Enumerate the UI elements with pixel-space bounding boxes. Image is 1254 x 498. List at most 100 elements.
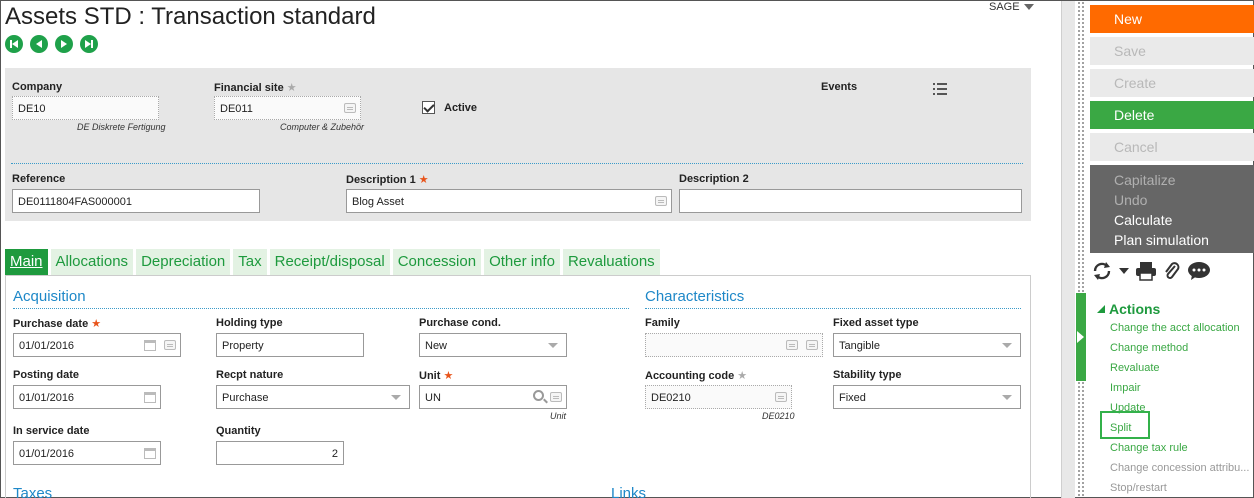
accounting-code-field[interactable]: DE0210	[645, 385, 792, 409]
process-menu: Capitalize Undo Calculate Plan simulatio…	[1090, 165, 1254, 253]
unit-value: UN	[425, 392, 441, 404]
description1-value: Blog Asset	[352, 196, 404, 208]
panel-splitter[interactable]	[1077, 1, 1085, 498]
lookup-icon[interactable]	[806, 340, 818, 350]
active-label: Active	[444, 102, 478, 114]
posting-date-field[interactable]: 01/01/2016	[13, 385, 161, 409]
stability-type-select[interactable]: Fixed	[833, 385, 1021, 409]
create-button[interactable]: Create	[1090, 69, 1254, 97]
action-change-method[interactable]: Change method	[1110, 342, 1188, 354]
delete-button[interactable]: Delete	[1090, 101, 1254, 129]
tab-revaluations[interactable]: Revaluations	[562, 249, 660, 275]
action-change-acct-allocation[interactable]: Change the acct allocation	[1110, 322, 1240, 334]
purchase-cond-value: New	[425, 340, 448, 352]
import-icon[interactable]	[786, 340, 798, 350]
financial-site-field[interactable]: DE011	[214, 96, 361, 120]
company-field[interactable]: DE10	[12, 96, 159, 120]
unit-description: Unit	[550, 411, 567, 421]
quantity-field[interactable]: 2	[216, 441, 344, 465]
calendar-icon[interactable]	[144, 392, 156, 403]
lookup-icon[interactable]	[550, 392, 562, 402]
capitalize-menu-item[interactable]: Capitalize	[1114, 170, 1230, 190]
lookup-icon[interactable]	[344, 103, 356, 113]
acquisition-divider	[13, 308, 629, 309]
cancel-button[interactable]: Cancel	[1090, 133, 1254, 161]
reference-field[interactable]: DE0111804FAS000001	[12, 189, 260, 213]
first-record-icon[interactable]	[5, 35, 23, 53]
holding-type-field[interactable]: Property	[216, 333, 364, 357]
accounting-code-label: Accounting code ★	[645, 370, 748, 382]
purchase-cond-select[interactable]: New	[419, 333, 567, 357]
lookup-icon[interactable]	[775, 392, 787, 402]
company-label: Company	[12, 81, 63, 93]
accounting-code-description: DE0210	[762, 411, 795, 421]
translate-icon[interactable]	[655, 196, 667, 206]
description2-field[interactable]	[679, 189, 1022, 213]
reference-value: DE0111804FAS000001	[18, 196, 132, 208]
tab-tax[interactable]: Tax	[233, 249, 267, 275]
company-value: DE10	[18, 103, 46, 115]
user-menu-label: SAGE	[989, 1, 1020, 13]
actions-section-header[interactable]: Actions	[1097, 301, 1160, 317]
action-revaluate[interactable]: Revaluate	[1110, 362, 1160, 374]
recpt-nature-select[interactable]: Purchase	[216, 385, 410, 409]
previous-record-icon[interactable]	[30, 35, 48, 53]
tab-other-info[interactable]: Other info	[484, 249, 560, 275]
dropdown-arrow-icon	[548, 343, 558, 348]
tab-receipt-disposal[interactable]: Receipt/disposal	[269, 249, 390, 275]
plan-simulation-menu-item[interactable]: Plan simulation	[1114, 230, 1230, 250]
next-record-icon[interactable]	[55, 35, 73, 53]
lookup-icon[interactable]	[164, 340, 176, 350]
active-checkbox[interactable]	[422, 101, 435, 114]
tab-main[interactable]: Main	[5, 249, 48, 275]
chevron-down-icon[interactable]	[1119, 268, 1129, 274]
financial-site-label: Financial site ★	[214, 82, 297, 94]
collapse-panel-handle[interactable]	[1076, 293, 1086, 381]
purchase-date-value: 01/01/2016	[19, 340, 75, 352]
tab-bar: Main Allocations Depreciation Tax Receip…	[5, 249, 660, 275]
action-stop-restart[interactable]: Stop/restart	[1110, 482, 1167, 494]
fixed-asset-type-label: Fixed asset type	[833, 317, 919, 329]
expand-arrow-icon	[1077, 331, 1084, 343]
in-service-date-field[interactable]: 01/01/2016	[13, 441, 161, 465]
actions-title: Actions	[1109, 301, 1161, 317]
calculate-menu-item[interactable]: Calculate	[1114, 210, 1230, 230]
action-change-tax-rule[interactable]: Change tax rule	[1110, 442, 1188, 454]
unit-field[interactable]: UN	[419, 385, 567, 409]
in-service-date-label: In service date	[13, 425, 90, 437]
dropdown-arrow-icon	[1002, 343, 1012, 348]
company-description: DE Diskrete Fertigung	[77, 122, 166, 132]
action-impair[interactable]: Impair	[1110, 382, 1141, 394]
list-icon[interactable]	[933, 83, 947, 95]
calendar-icon[interactable]	[144, 340, 156, 351]
fixed-asset-type-select[interactable]: Tangible	[833, 333, 1021, 357]
calendar-icon[interactable]	[144, 448, 156, 459]
search-icon[interactable]	[533, 390, 544, 401]
split-highlight-frame	[1100, 411, 1150, 439]
vertical-scrollbar[interactable]	[1061, 1, 1075, 498]
posting-date-value: 01/01/2016	[19, 392, 75, 404]
tab-concession[interactable]: Concession	[392, 249, 482, 275]
posting-date-label: Posting date	[13, 369, 80, 381]
new-button[interactable]: New	[1090, 5, 1254, 33]
events-label: Events	[821, 81, 858, 93]
tab-allocations[interactable]: Allocations	[50, 249, 134, 275]
print-icon[interactable]	[1135, 261, 1157, 281]
refresh-icon[interactable]	[1091, 261, 1113, 281]
stability-type-label: Stability type	[833, 369, 902, 381]
undo-menu-item[interactable]: Undo	[1114, 190, 1230, 210]
financial-site-description: Computer & Zubehör	[280, 122, 365, 132]
family-field[interactable]	[645, 333, 823, 357]
tab-depreciation[interactable]: Depreciation	[136, 249, 231, 275]
user-menu[interactable]: SAGE	[989, 1, 1034, 13]
reference-label: Reference	[12, 173, 66, 185]
quantity-label: Quantity	[216, 425, 261, 437]
attachment-icon[interactable]	[1163, 261, 1181, 281]
description1-field[interactable]: Blog Asset	[346, 189, 672, 213]
purchase-date-field[interactable]: 01/01/2016	[13, 333, 181, 357]
action-change-concession-attribute[interactable]: Change concession attribu...	[1110, 462, 1249, 474]
stability-type-value: Fixed	[839, 392, 866, 404]
comment-icon[interactable]	[1187, 261, 1211, 281]
save-button[interactable]: Save	[1090, 37, 1254, 65]
last-record-icon[interactable]	[80, 35, 98, 53]
